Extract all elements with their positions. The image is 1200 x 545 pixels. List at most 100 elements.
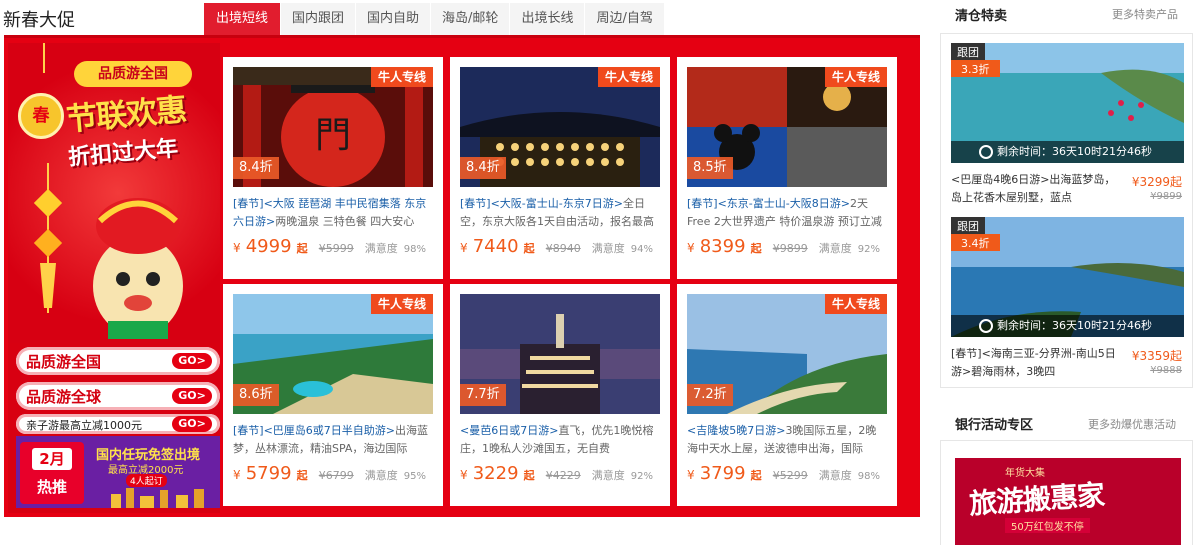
chinese-knot-icon	[33, 163, 63, 313]
clearance-deal[interactable]: 跟团 3.3折 剩余时间：36天10时21分46秒 <巴厘岛4晚6日游>出海蓝梦…	[951, 43, 1184, 204]
currency-symbol: ¥	[233, 241, 241, 255]
countdown-value: 36天10时21分46秒	[1052, 319, 1152, 332]
special-route-ribbon: 牛人专线	[824, 294, 887, 314]
product-tag: [春节]	[687, 197, 718, 210]
product-card[interactable]: 7.7折 <曼芭6日或7日游>直飞，优先1晚悦榕庄，1晚私人沙滩国五，无自费 ¥…	[450, 284, 670, 506]
deal-photo: 跟团 3.4折 剩余时间：36天10时21分46秒	[951, 217, 1184, 337]
satisfaction-label: 满意度	[591, 469, 625, 482]
go-button[interactable]: GO>	[172, 388, 212, 404]
original-price: ¥5299	[772, 469, 808, 482]
product-description[interactable]: [春节]<巴厘岛6或7日半自助游>出海蓝梦，丛林漂流，精油SPA，海边国际	[233, 422, 433, 458]
discount-badge: 8.4折	[460, 157, 506, 179]
link-family-trip[interactable]: 亲子游最高立减1000元 GO>	[16, 414, 220, 434]
bank-activity-title: 银行活动专区	[955, 418, 1034, 433]
deal-description: <巴厘岛4晚6日游>出海蓝梦岛，岛上花香木屋别墅，蓝点	[951, 173, 1116, 204]
satisfaction-value: 94%	[630, 244, 653, 255]
product-card[interactable]: 牛人专线 8.4折 [春节]<大阪-富士山-东京7日游>全日空，东京大阪各1天自…	[450, 57, 670, 279]
satisfaction: 满意度 95%	[365, 467, 426, 483]
tab-outbound-short[interactable]: 出境短线	[204, 3, 281, 36]
countdown-label: 剩余时间：	[997, 145, 1052, 158]
deal-original-price: ¥9899	[1150, 191, 1182, 202]
deal-original-price: ¥9888	[1150, 365, 1182, 376]
price-from: 起	[750, 242, 762, 255]
promo-board: 春 品质游全国 节联欢惠 折扣过大年 品质游全国 GO> 品质游全球 GO> 亲…	[4, 35, 920, 517]
currency-symbol: ¥	[460, 241, 468, 255]
satisfaction: 满意度 94%	[592, 240, 653, 256]
price: 8399	[699, 236, 746, 257]
bank-more-link[interactable]: 更多劲爆优惠活动	[1088, 416, 1176, 432]
satisfaction-value: 98%	[403, 244, 426, 255]
bank-promo-banner[interactable]: 年货大集 旅游搬惠家 50万红包发不停	[955, 458, 1181, 545]
festival-banner[interactable]: 春 品质游全国 节联欢惠 折扣过大年 品质游全国 GO> 品质游全球 GO> 亲…	[8, 43, 220, 513]
countdown-bar: 剩余时间：36天10时21分46秒	[951, 141, 1184, 163]
product-description[interactable]: [春节]<大阪 琵琶湖 丰中民宿集落 东京六日游>两晚温泉 三特色餐 四大安心	[233, 195, 433, 231]
product-name: <巴厘岛6或7日半自助游>	[263, 424, 396, 437]
special-route-ribbon: 牛人专线	[370, 294, 433, 314]
satisfaction: 满意度 92%	[819, 240, 880, 256]
countdown-value: 36天10时21分46秒	[1052, 145, 1152, 158]
section-title: 新春大促	[3, 10, 75, 31]
promo-hot: 热推	[36, 478, 67, 496]
product-description[interactable]: [春节]<东京-富士山-大阪8日游>2天Free 2大世界遗产 特价温泉游 预订…	[687, 195, 887, 231]
satisfaction: 满意度 98%	[365, 240, 426, 256]
price-row: ¥ 4999 起 ¥5999 满意度 98%	[233, 236, 438, 258]
price: 5799	[245, 463, 292, 484]
clearance-title: 清仓特卖	[955, 9, 1008, 24]
product-description[interactable]: <曼芭6日或7日游>直飞，优先1晚悦榕庄，1晚私人沙滩国五，无自费	[460, 422, 660, 458]
price-row: ¥ 5799 起 ¥6799 满意度 95%	[233, 463, 438, 485]
tab-domestic-group[interactable]: 国内跟团	[281, 3, 356, 36]
deal-discount-badge: 3.4折	[951, 234, 1000, 251]
special-route-ribbon: 牛人专线	[370, 67, 433, 87]
satisfaction-value: 98%	[857, 471, 880, 482]
discount-badge: 7.7折	[460, 384, 506, 406]
price-from: 起	[296, 469, 308, 482]
currency-symbol: ¥	[687, 468, 695, 482]
currency-symbol: ¥	[460, 468, 468, 482]
product-tag: [春节]	[233, 424, 264, 437]
go-button[interactable]: GO>	[172, 416, 212, 432]
satisfaction-label: 满意度	[591, 242, 625, 255]
price-from: 起	[296, 242, 308, 255]
product-card[interactable]: 牛人专线 8.5折 [春节]<东京-富士山-大阪8日游>2天Free 2大世界遗…	[677, 57, 897, 279]
original-price: ¥8940	[545, 242, 581, 255]
page: 新春大促 出境短线 国内跟团 国内自助 海岛/邮轮 出境长线 周边/自驾 春 品…	[0, 0, 1200, 545]
product-card[interactable]: 牛人专线 7.2折 <吉隆坡5晚7日游>3晚国际五星，2晚海中天水上屋，送波德申…	[677, 284, 897, 506]
tab-island-cruise[interactable]: 海岛/邮轮	[431, 3, 510, 36]
lion-mascot-icon	[93, 198, 183, 339]
currency-symbol: ¥	[233, 468, 241, 482]
product-card[interactable]: 門 牛人专线 8.4折 [春节]<大阪 琵琶湖 丰中民宿集落 东京六日游>两晚温…	[223, 57, 443, 279]
category-tabs: 出境短线 国内跟团 国内自助 海岛/邮轮 出境长线 周边/自驾	[204, 3, 665, 36]
product-description[interactable]: <吉隆坡5晚7日游>3晚国际五星，2晚海中天水上屋，送波德申出海，国际	[687, 422, 887, 458]
price: 7440	[472, 236, 519, 257]
special-route-ribbon: 牛人专线	[597, 67, 660, 87]
tab-domestic-self[interactable]: 国内自助	[356, 3, 431, 36]
tab-outbound-long[interactable]: 出境长线	[510, 3, 585, 36]
product-description[interactable]: [春节]<大阪-富士山-东京7日游>全日空，东京大阪各1天自由活动，报名最高立减	[460, 195, 660, 231]
product-name: <东京-富士山-大阪8日游>	[717, 197, 850, 210]
product-name: <吉隆坡5晚7日游>	[687, 424, 786, 437]
bank-banner-title: 旅游搬惠家	[968, 478, 1106, 521]
price-row: ¥ 8399 起 ¥9899 满意度 92%	[687, 236, 892, 258]
countdown-bar: 剩余时间：36天10时21分46秒	[951, 315, 1184, 337]
satisfaction-value: 92%	[857, 244, 880, 255]
tab-nearby-drive[interactable]: 周边/自驾	[585, 3, 664, 36]
product-card[interactable]: 牛人专线 8.6折 [春节]<巴厘岛6或7日半自助游>出海蓝梦，丛林漂流，精油S…	[223, 284, 443, 506]
skyline-icon	[111, 488, 204, 508]
special-route-ribbon: 牛人专线	[824, 67, 887, 87]
go-button[interactable]: GO>	[172, 353, 212, 369]
clearance-deal[interactable]: 跟团 3.4折 剩余时间：36天10时21分46秒 [春节]<海南三亚-分界洲-…	[951, 217, 1184, 378]
bank-banner-sub: 50万红包发不停	[1005, 518, 1090, 533]
price-row: ¥ 7440 起 ¥8940 满意度 94%	[460, 236, 665, 258]
deal-price: ¥3359起	[1131, 349, 1182, 363]
link-label: 品质游全国	[26, 353, 102, 371]
product-tag: [春节]	[460, 197, 491, 210]
price: 4999	[245, 236, 292, 257]
satisfaction-value: 95%	[403, 471, 426, 482]
link-quality-domestic[interactable]: 品质游全国 GO>	[16, 347, 220, 375]
clearance-more-link[interactable]: 更多特卖产品	[1112, 6, 1178, 22]
satisfaction-label: 满意度	[364, 242, 398, 255]
satisfaction-label: 满意度	[818, 242, 852, 255]
february-promo-banner[interactable]: 2月 热推 国内任玩免签出境 最高立减2000元 4人起订	[16, 436, 220, 508]
link-quality-global[interactable]: 品质游全球 GO>	[16, 382, 220, 410]
price-from: 起	[750, 469, 762, 482]
